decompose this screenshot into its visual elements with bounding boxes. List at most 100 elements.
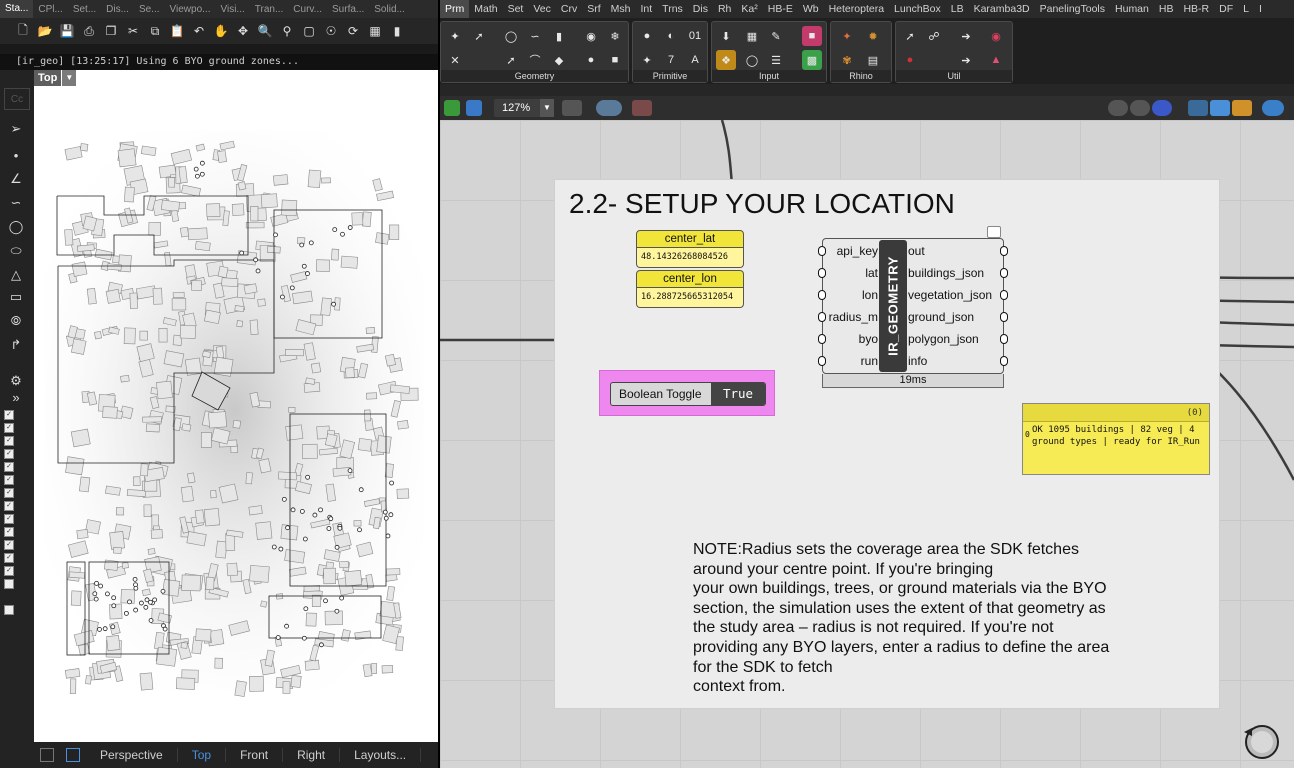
- preview-wire-icon[interactable]: [1108, 100, 1128, 116]
- rhino-tab-setview[interactable]: Set...: [68, 4, 101, 15]
- rhino-tab-display[interactable]: Dis...: [101, 4, 134, 15]
- gh-canvas[interactable]: 2.2- SETUP YOUR LOCATION NOTE:Radius set…: [440, 120, 1294, 768]
- input-run[interactable]: run: [861, 354, 878, 368]
- cancel-param-icon[interactable]: ✕: [445, 50, 465, 70]
- rectangle-icon[interactable]: ▭: [6, 288, 26, 306]
- rhino-tab-surface[interactable]: Surfa...: [327, 4, 369, 15]
- command-prompt-field[interactable]: Cc: [4, 88, 30, 110]
- zoom-selected-icon[interactable]: ☉: [322, 22, 340, 40]
- output-grip[interactable]: [1000, 290, 1008, 300]
- rhino-tab-curve[interactable]: Curv...: [288, 4, 327, 15]
- layer-checkbox[interactable]: ✓: [4, 501, 14, 511]
- layer-checkbox[interactable]: ✓: [4, 540, 14, 550]
- input-byo[interactable]: byo: [859, 332, 878, 346]
- chevron-down-icon[interactable]: ▼: [62, 70, 77, 86]
- viewport-tab-right[interactable]: Right: [283, 748, 341, 762]
- gh-tab-karamba3d[interactable]: Karamba3D: [969, 3, 1035, 15]
- input-grip[interactable]: [818, 334, 826, 344]
- layer-checkbox[interactable]: ✓: [4, 514, 14, 524]
- colour-param-icon[interactable]: ◐: [661, 26, 681, 46]
- brep-param-icon[interactable]: ◉: [581, 26, 601, 46]
- ribbon-panel-label[interactable]: Util: [896, 70, 1012, 82]
- toggle-value[interactable]: True: [711, 383, 765, 405]
- output-grip[interactable]: [1000, 268, 1008, 278]
- output-polygon-json[interactable]: polygon_json: [908, 332, 979, 346]
- gh-tab-hb[interactable]: HB: [1154, 3, 1179, 15]
- rhino-tab-visibility[interactable]: Visi...: [215, 4, 249, 15]
- output-vegetation-json[interactable]: vegetation_json: [908, 288, 992, 302]
- flask-icon[interactable]: ▲: [986, 50, 1006, 70]
- output-out[interactable]: out: [908, 244, 925, 258]
- integer-param-icon[interactable]: 01: [685, 26, 705, 46]
- preview-mesh-icon[interactable]: [1210, 100, 1230, 116]
- chevron-down-icon[interactable]: ▼: [540, 99, 554, 117]
- save-file-icon[interactable]: [466, 100, 482, 116]
- input-api-key[interactable]: api_key: [837, 244, 878, 258]
- gh-tab-df[interactable]: DF: [1214, 3, 1238, 15]
- car-icon[interactable]: ▮: [388, 22, 406, 40]
- gh-tab-wb[interactable]: Wb: [798, 3, 824, 15]
- gh-tab-lb[interactable]: LB: [946, 3, 969, 15]
- ribbon-panel-label[interactable]: Geometry: [441, 70, 628, 82]
- gh-tab-ka-[interactable]: Ka²: [736, 3, 762, 15]
- layer-checkbox[interactable]: ✓: [4, 566, 14, 576]
- output-grip[interactable]: [1000, 356, 1008, 366]
- input-grip[interactable]: [818, 312, 826, 322]
- rhino-geometry-icon[interactable]: ✦: [837, 26, 857, 46]
- layer-checkbox[interactable]: ✓: [4, 462, 14, 472]
- output-info[interactable]: info: [908, 354, 927, 368]
- preview-selected-icon[interactable]: [1152, 100, 1172, 116]
- viewport-tab-layouts[interactable]: Layouts...: [340, 748, 422, 762]
- circle-param-icon[interactable]: ◯: [501, 26, 521, 46]
- ellipse-icon[interactable]: ⬭: [6, 242, 26, 260]
- field-param-icon[interactable]: ●: [581, 50, 601, 70]
- single-view-icon[interactable]: [66, 748, 80, 762]
- panel-text[interactable]: OK 1095 buildings | 82 veg | 4 ground ty…: [1023, 422, 1209, 448]
- gh-tab-lunchbox[interactable]: LunchBox: [889, 3, 946, 15]
- boolean-param-icon[interactable]: ●: [637, 26, 657, 46]
- line-param-icon[interactable]: ➚: [501, 50, 521, 70]
- gradient-icon[interactable]: ▩: [802, 50, 822, 70]
- domain-param-icon[interactable]: ✦: [637, 50, 657, 70]
- gh-tab-hb-r[interactable]: HB-R: [1178, 3, 1214, 15]
- input-radius-m[interactable]: radius_m: [829, 310, 878, 324]
- save-icon[interactable]: 💾: [58, 22, 76, 40]
- input-grip[interactable]: [818, 268, 826, 278]
- center-lon-slider[interactable]: center_lon 16.288725665312054: [636, 270, 744, 308]
- gh-tab-hb-e[interactable]: HB-E: [763, 3, 798, 15]
- gh-tab-set[interactable]: Set: [503, 3, 529, 15]
- input-grip[interactable]: [818, 356, 826, 366]
- select-arrow-icon[interactable]: ➢: [6, 120, 26, 138]
- rhino-tab-viewport[interactable]: Viewpo...: [165, 4, 216, 15]
- box-param-icon[interactable]: ◆: [549, 50, 569, 70]
- ribbon-panel-label[interactable]: Primitive: [633, 70, 707, 82]
- viewport-name[interactable]: Top: [34, 70, 62, 86]
- gh-tab-l[interactable]: L: [1238, 3, 1254, 15]
- undo-icon[interactable]: ↶: [190, 22, 208, 40]
- copy-to-clipboard-icon[interactable]: ❐: [102, 22, 120, 40]
- panel-icon[interactable]: ✎: [766, 26, 786, 46]
- pan-hand-icon[interactable]: ✋: [212, 22, 230, 40]
- input-grip[interactable]: [818, 290, 826, 300]
- arc-param-icon[interactable]: ⌒: [525, 50, 545, 70]
- copy-icon[interactable]: ⧉: [146, 22, 164, 40]
- text-param-icon[interactable]: A: [685, 50, 705, 70]
- rhino-tab-select[interactable]: Se...: [134, 4, 165, 15]
- zoom-extents-icon[interactable]: [562, 100, 582, 116]
- rhino-layer-icon[interactable]: ▤: [863, 50, 883, 70]
- import-icon[interactable]: ⬇: [716, 26, 736, 46]
- layer-checkbox[interactable]: ✓: [4, 488, 14, 498]
- layer-checkbox[interactable]: ✓: [4, 436, 14, 446]
- rhino-tab-standard[interactable]: Sta...: [0, 0, 34, 18]
- open-file-icon[interactable]: [444, 100, 460, 116]
- layer-checkbox[interactable]: ✓: [4, 410, 14, 420]
- ribbon-panel-label[interactable]: Rhino: [831, 70, 891, 82]
- gh-tab-rh[interactable]: Rh: [713, 3, 736, 15]
- sketch-pen-icon[interactable]: [632, 100, 652, 116]
- zoom-extents-icon[interactable]: ▢: [300, 22, 318, 40]
- fitness-icon[interactable]: ◉: [986, 26, 1006, 46]
- viewport-tab-top[interactable]: Top: [178, 748, 227, 762]
- rotate-view-icon[interactable]: ⟳: [344, 22, 362, 40]
- control-knob-icon[interactable]: ◯: [742, 50, 762, 70]
- layer-checkbox[interactable]: ✓: [4, 449, 14, 459]
